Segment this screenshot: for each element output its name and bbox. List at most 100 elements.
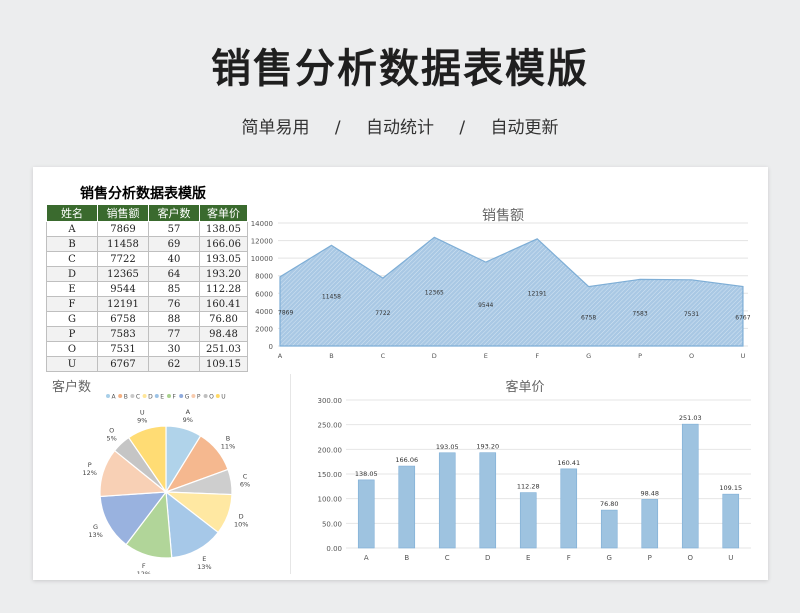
table-cell: 64 [148, 266, 200, 282]
bar-value-label: 76.80 [600, 500, 619, 508]
legend-marker [167, 394, 171, 398]
y-tick-label: 100.00 [318, 496, 343, 504]
legend-marker [106, 394, 110, 398]
slice-label: D [239, 512, 244, 520]
legend-marker [179, 394, 184, 398]
x-tick-label: A [278, 352, 283, 360]
bar-value-label: 109.15 [719, 484, 742, 492]
bar-value-label: 251.03 [679, 414, 702, 422]
bar [681, 423, 699, 549]
table-cell: 40 [148, 251, 200, 267]
y-tick-label: 12000 [251, 238, 273, 246]
slice-percent: 12% [137, 570, 151, 574]
slice-percent: 9% [137, 417, 147, 425]
table-cell: 76 [148, 296, 200, 312]
col-header: 客单价 [199, 204, 248, 222]
slice-percent: 13% [88, 531, 102, 539]
bar [398, 465, 416, 549]
legend-label: C [136, 393, 140, 400]
slice-percent: 6% [240, 481, 250, 489]
data-table: 姓名 销售额 客户数 客单价 A 7869 57 138.05 B 11458 69 166.… [46, 204, 248, 372]
slice-label: O [109, 426, 114, 434]
y-tick-label: 0 [269, 343, 273, 351]
spreadsheet-preview: 销售分析数据表模版 姓名 销售额 客户数 客单价 A 7869 57 138.05 B 1… [33, 167, 768, 580]
x-tick-label: O [687, 554, 693, 562]
x-tick-label: D [432, 352, 437, 360]
table-cell: O [46, 341, 98, 357]
data-label: 9544 [478, 302, 493, 309]
sales-area-chart: 0 2000 4000 6000 8000 10000 12000 14000 7869 A 114… [251, 220, 751, 360]
bar [641, 499, 659, 549]
y-tick-label: 10000 [251, 255, 273, 263]
table-cell: 12365 [97, 266, 149, 282]
bar-value-label: 112.28 [517, 483, 540, 491]
x-tick-label: D [485, 554, 490, 562]
y-tick-label: 6000 [255, 290, 273, 298]
x-tick-label: A [364, 554, 369, 562]
data-label: 11458 [322, 294, 341, 301]
customers-chart-panel: 客户数 A B C D E F G P O U A 9% B 11% C 6% D 10% E 13% F 12% G 13%… [46, 374, 291, 574]
feature-auto-update: 自动更新 [490, 118, 559, 138]
page-title: 销售分析数据表模版 [211, 46, 589, 92]
x-tick-label: B [404, 554, 409, 562]
slice-label: E [202, 555, 206, 563]
bar-value-label: 193.20 [476, 443, 499, 451]
legend-label: G [185, 393, 190, 400]
table-row: B 11458 69 166.06 [46, 236, 248, 252]
legend-label: F [173, 393, 177, 400]
bar [357, 479, 375, 549]
slice-percent: 12% [82, 469, 96, 477]
table-cell: 7531 [97, 341, 149, 357]
slice-label: B [226, 434, 230, 442]
y-tick-label: 4000 [255, 308, 273, 316]
table-cell: 11458 [97, 236, 149, 252]
legend-label: D [148, 393, 153, 400]
bar [438, 452, 456, 549]
legend-marker [191, 394, 196, 398]
table-cell: 30 [148, 341, 200, 357]
table-cell: 88 [148, 311, 200, 327]
table-cell: P [46, 326, 98, 342]
table-cell: 76.80 [199, 311, 248, 327]
table-cell: B [46, 236, 98, 252]
table-cell: 138.05 [199, 221, 248, 237]
table-cell: 69 [148, 236, 200, 252]
data-label: 6758 [581, 314, 596, 321]
table-row: F 12191 76 160.41 [46, 296, 248, 312]
y-tick-label: 300.00 [318, 397, 343, 405]
legend-label: E [160, 393, 164, 400]
table-cell: C [46, 251, 98, 267]
table-cell: E [46, 281, 98, 297]
bar-value-label: 138.05 [355, 470, 378, 478]
table-row: G 6758 88 76.80 [46, 311, 248, 327]
legend-marker [203, 394, 208, 398]
slice-percent: 5% [107, 434, 117, 442]
sales-chart-panel: 销售额 0 2000 4000 6000 8000 10000 12000 14000 7869… [248, 203, 758, 373]
slice-label: G [93, 523, 98, 531]
y-tick-label: 250.00 [318, 422, 343, 430]
bar [519, 492, 537, 549]
price-bar-chart: 0.00 50.00 100.00 150.00 200.00 250.00 300.00 1… [318, 397, 751, 562]
table-cell: 77 [148, 326, 200, 342]
table-cell: 7869 [97, 221, 149, 237]
x-tick-label: C [381, 352, 386, 360]
slice-label: C [243, 473, 248, 481]
data-label: 12365 [425, 290, 444, 297]
slice-percent: 13% [197, 563, 211, 571]
feature-easy: 简单易用 [241, 118, 310, 138]
table-cell: 166.06 [199, 236, 248, 252]
table-cell: 112.28 [199, 281, 248, 297]
legend-marker [118, 394, 123, 398]
y-tick-label: 0.00 [326, 545, 342, 553]
data-label: 7722 [375, 310, 390, 317]
table-cell: 193.05 [199, 251, 248, 267]
table-row: O 7531 30 251.03 [46, 341, 248, 357]
slice-label: A [186, 408, 191, 416]
table-cell: 251.03 [199, 341, 248, 357]
table-cell: A [46, 221, 98, 237]
bar [479, 452, 497, 549]
col-header: 客户数 [148, 204, 200, 222]
bar-value-label: 98.48 [640, 489, 659, 497]
x-tick-label: C [445, 554, 450, 562]
slice-percent: 9% [183, 416, 193, 424]
